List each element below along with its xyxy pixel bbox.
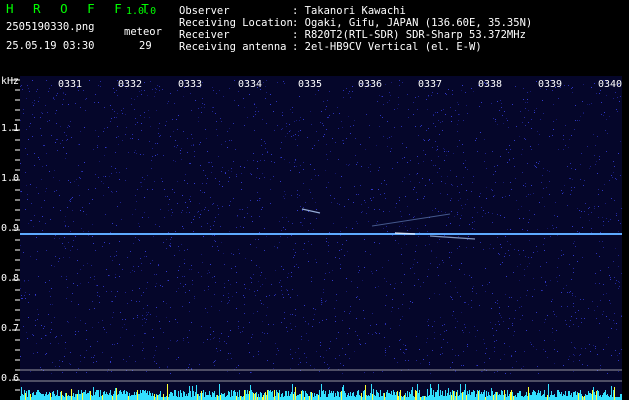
meteor-count: 29 bbox=[139, 40, 152, 52]
receiver-value: : R820T2(RTL-SDR) SDR-Sharp 53.372MHz bbox=[292, 29, 526, 41]
meteor-trace bbox=[394, 232, 416, 235]
antenna-label: Receiving antenna bbox=[179, 41, 287, 53]
time-tick-label: 0332 bbox=[118, 79, 143, 90]
file-datetime: 25.05.19 03:30 bbox=[6, 40, 95, 52]
time-tick-label: 0339 bbox=[538, 79, 563, 90]
time-tick-label: 0338 bbox=[478, 79, 503, 90]
noise-layer bbox=[20, 80, 622, 374]
observer-label: Observer bbox=[179, 5, 230, 17]
meteor-trace bbox=[301, 208, 321, 214]
time-tick-label: 0340 bbox=[598, 79, 623, 90]
time-tick-label: 0336 bbox=[358, 79, 383, 90]
frequency-scale-ticks bbox=[12, 79, 20, 391]
file-name: 2505190330.png bbox=[6, 21, 95, 33]
time-tick-label: 0335 bbox=[298, 79, 323, 90]
time-tick-label: 0334 bbox=[238, 79, 263, 90]
spectrogram-canvas bbox=[20, 80, 622, 400]
receiver-label: Receiver bbox=[179, 29, 230, 41]
time-tick-label: 0337 bbox=[418, 79, 443, 90]
time-tick-label: 0331 bbox=[58, 79, 83, 90]
antenna-value: : 2el-HB9CV Vertical (el. E-W) bbox=[292, 41, 482, 53]
app-version: 1.0.0 bbox=[126, 6, 157, 17]
meteor-label: meteor bbox=[124, 26, 162, 38]
frequency-scale bbox=[0, 76, 20, 400]
location-value: : Ogaki, Gifu, JAPAN (136.60E, 35.35N) bbox=[292, 17, 533, 29]
meteor-trace bbox=[371, 213, 451, 227]
time-tick-label: 0333 bbox=[178, 79, 203, 90]
observer-value: : Takanori Kawachi bbox=[292, 5, 406, 17]
location-label: Receiving Location bbox=[179, 17, 293, 29]
spectrogram-panel bbox=[20, 76, 622, 400]
level-strip bbox=[20, 384, 622, 400]
